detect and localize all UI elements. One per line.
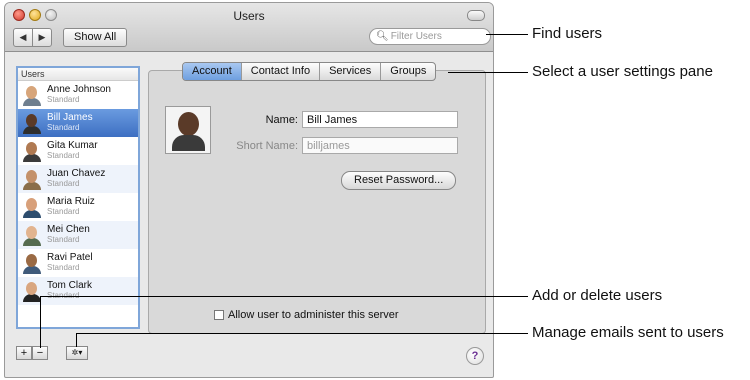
user-role: Standard <box>47 151 80 160</box>
user-row[interactable]: Maria Ruiz Standard <box>18 193 138 221</box>
list-edit-buttons: + − <box>16 346 48 360</box>
back-button[interactable]: ◀ <box>14 29 32 46</box>
user-role: Standard <box>47 123 80 132</box>
callout-select-pane: Select a user settings pane <box>532 63 713 80</box>
user-name: Anne Johnson <box>47 84 111 95</box>
user-role: Standard <box>47 235 80 244</box>
user-avatar <box>21 252 43 274</box>
name-field[interactable]: Bill James <box>302 111 458 128</box>
user-avatar <box>21 140 43 162</box>
avatar-head <box>26 142 37 155</box>
user-name: Ravi Patel <box>47 252 93 263</box>
admin-checkbox[interactable] <box>214 310 224 320</box>
help-button[interactable]: ? <box>466 347 484 365</box>
user-text: Gita Kumar Standard <box>47 141 98 161</box>
avatar-body <box>23 294 41 302</box>
avatar-head <box>26 226 37 239</box>
settings-tabs: Account Contact Info Services Groups <box>182 62 437 81</box>
back-forward-control: ◀ ▶ <box>13 28 52 47</box>
user-text: Tom ClarkStandard <box>47 281 92 301</box>
callout-line-add <box>40 296 528 297</box>
user-name: Bill James <box>47 112 93 123</box>
avatar-body <box>23 126 41 134</box>
user-role: Standard <box>47 263 80 272</box>
admin-checkbox-label: Allow user to administer this server <box>228 309 399 321</box>
user-row[interactable]: Anne Johnson Standard <box>18 81 138 109</box>
avatar-head <box>26 114 37 127</box>
user-row[interactable]: Juan Chavez Standard <box>18 165 138 193</box>
user-text: Anne Johnson Standard <box>47 85 111 105</box>
user-name: Tom Clark <box>47 280 93 291</box>
callout-add-delete: Add or delete users <box>532 287 663 304</box>
tab-contact-info[interactable]: Contact Info <box>240 63 319 80</box>
user-role: Standard <box>47 207 80 216</box>
user-row[interactable]: Ravi Patel Standard <box>18 249 138 277</box>
user-role: Standard <box>47 95 80 104</box>
avatar-head <box>26 86 37 99</box>
user-name: Juan Chavez <box>47 168 106 179</box>
user-avatar <box>21 168 43 190</box>
user-avatar <box>21 196 43 218</box>
user-avatar <box>21 112 43 134</box>
show-all-button[interactable]: Show All <box>63 28 128 47</box>
toolbar-toggle-button[interactable] <box>467 10 485 21</box>
avatar-body <box>23 154 41 162</box>
action-menu-button[interactable]: ✲▾ <box>66 346 88 360</box>
user-text: Bill James Standard <box>47 113 93 133</box>
tab-services[interactable]: Services <box>319 63 380 80</box>
callout-line-pane <box>448 72 528 73</box>
forward-button[interactable]: ▶ <box>32 29 51 46</box>
user-text: Mei Chen Standard <box>47 225 90 245</box>
short-name-label: Short Name: <box>236 140 298 152</box>
avatar-body <box>23 238 41 246</box>
window-title: Users <box>233 9 265 23</box>
user-list[interactable]: Users Anne Johnson Standard Bill James Stan… <box>16 66 140 329</box>
avatar-head <box>26 198 37 211</box>
title-bar: Users ◀ ▶ Show All 🔍︎ <box>5 3 493 52</box>
admin-option[interactable]: Allow user to administer this server <box>214 309 399 321</box>
user-text: Ravi Patel Standard <box>47 253 93 273</box>
user-row[interactable]: Mei Chen Standard <box>18 221 138 249</box>
user-name: Maria Ruiz <box>47 196 95 207</box>
tab-groups[interactable]: Groups <box>380 63 435 80</box>
tab-account[interactable]: Account <box>183 63 241 80</box>
user-text: Maria Ruiz Standard <box>47 197 95 217</box>
user-row[interactable]: Gita Kumar Standard <box>18 137 138 165</box>
user-photo-body <box>172 135 205 151</box>
user-photo-well[interactable] <box>165 106 211 154</box>
user-row[interactable]: Tom ClarkStandard <box>18 277 138 305</box>
search-icon: 🔍︎ <box>376 31 389 42</box>
user-name: Gita Kumar <box>47 140 98 151</box>
avatar-body <box>23 182 41 190</box>
callout-vline-add <box>40 296 41 348</box>
user-photo-head <box>178 112 199 136</box>
back-arrow-icon: ◀ <box>19 32 27 42</box>
callout-vline-emails <box>76 333 77 347</box>
callout-line-find <box>486 34 528 35</box>
user-list-header: Users <box>18 68 138 81</box>
reset-password-button[interactable]: Reset Password... <box>341 171 457 190</box>
user-text: Juan Chavez Standard <box>47 169 105 189</box>
name-label: Name: <box>265 114 298 126</box>
callout-line-emails <box>76 333 528 334</box>
user-avatar <box>21 224 43 246</box>
user-role: Standard <box>47 179 80 188</box>
remove-user-button[interactable]: − <box>32 346 48 360</box>
forward-arrow-icon: ▶ <box>38 32 46 42</box>
short-name-field: billjames <box>302 137 458 154</box>
avatar-head <box>26 170 37 183</box>
add-user-button[interactable]: + <box>16 346 32 360</box>
user-avatar <box>21 84 43 106</box>
user-name: Mei Chen <box>47 224 90 235</box>
avatar-head <box>26 254 37 267</box>
callout-manage-emails: Manage emails sent to users <box>532 324 724 341</box>
avatar-head <box>26 282 37 295</box>
filter-users-search[interactable]: 🔍︎ <box>369 28 491 45</box>
callout-find-users: Find users <box>532 25 603 42</box>
avatar-body <box>23 210 41 218</box>
search-input[interactable] <box>390 31 481 42</box>
avatar-body <box>23 266 41 274</box>
user-row[interactable]: Bill James Standard <box>18 109 138 137</box>
avatar-body <box>23 98 41 106</box>
